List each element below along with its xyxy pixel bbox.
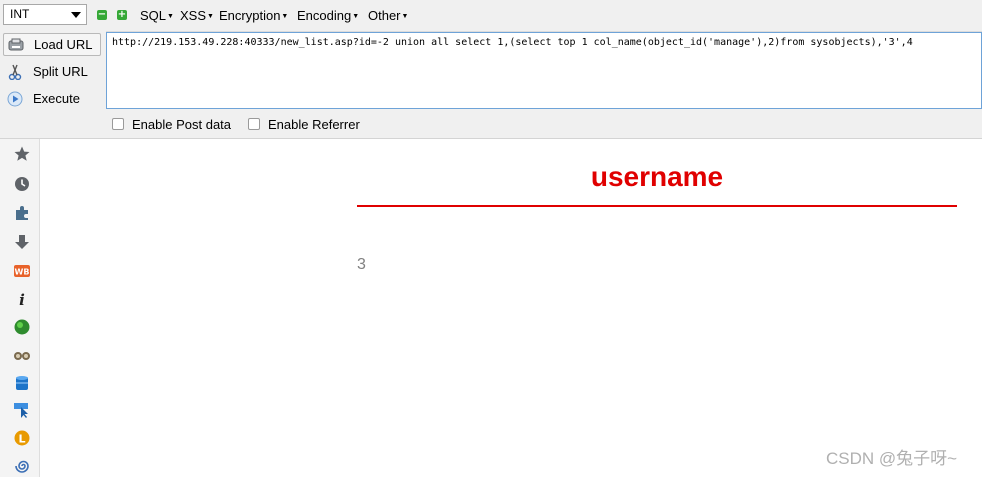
- referrer-checkbox[interactable]: [248, 118, 260, 130]
- caret-down-icon: ▼: [167, 13, 174, 20]
- svg-text:WB: WB: [15, 268, 30, 277]
- split-url-label: Split URL: [33, 64, 88, 79]
- spiral-icon[interactable]: [13, 457, 31, 475]
- load-url-label: Load URL: [34, 37, 93, 52]
- l-icon[interactable]: L: [13, 429, 31, 447]
- info-icon[interactable]: i: [13, 290, 31, 308]
- load-url-button[interactable]: Load URL: [3, 33, 101, 56]
- menu-sql[interactable]: SQL▼: [140, 8, 174, 24]
- injection-type-select[interactable]: INT: [3, 4, 87, 25]
- menu-encoding-label: Encoding: [297, 8, 352, 23]
- url-input[interactable]: http://219.153.49.228:40333/new_list.asp…: [106, 32, 982, 109]
- plus-icon: +: [117, 9, 127, 20]
- heading-divider: [357, 205, 957, 207]
- execute-label: Execute: [33, 91, 80, 106]
- wb-icon[interactable]: WB: [13, 262, 31, 280]
- action-panel: Load URL Split URL Execute: [0, 31, 106, 138]
- split-url-button[interactable]: Split URL: [3, 61, 101, 84]
- scissors-icon: [8, 64, 22, 80]
- puzzle-icon[interactable]: [13, 204, 31, 222]
- panel-divider: [0, 138, 982, 139]
- menu-encoding[interactable]: Encoding▼: [297, 8, 359, 24]
- options-row: Enable Post data Enable Referrer: [106, 109, 982, 138]
- svg-text:i: i: [19, 291, 25, 308]
- injection-type-value: INT: [10, 7, 30, 21]
- hackbar-toolbar: INT − + SQL▼ XSS▼ Encryption▼ Encoding▼ …: [0, 0, 982, 32]
- watermark-text: CSDN @兔子呀~: [826, 449, 958, 468]
- menu-sql-label: SQL: [140, 8, 167, 23]
- play-icon: [7, 91, 23, 107]
- chevron-down-icon: [71, 12, 81, 18]
- star-icon[interactable]: [13, 145, 31, 163]
- caret-down-icon: ▼: [281, 13, 289, 20]
- result-value: 3: [357, 256, 366, 273]
- menu-encryption[interactable]: Encryption▼: [219, 8, 288, 24]
- menu-xss-label: XSS: [180, 8, 207, 23]
- caret-down-icon: ▼: [352, 13, 360, 20]
- svg-text:L: L: [18, 433, 25, 446]
- content-heading: username: [590, 161, 724, 192]
- menu-other-label: Other: [368, 8, 401, 23]
- download-icon[interactable]: [13, 233, 31, 251]
- database-icon[interactable]: [13, 374, 31, 392]
- cursor-icon[interactable]: [13, 401, 31, 419]
- minus-icon: −: [97, 9, 107, 20]
- browser-sidebar: WB i L: [0, 139, 40, 477]
- green-ball-icon[interactable]: [13, 318, 31, 336]
- zoom-out-button[interactable]: −: [97, 10, 107, 20]
- post-data-checkbox[interactable]: [112, 118, 124, 130]
- binoculars-icon[interactable]: [13, 346, 31, 364]
- menu-other[interactable]: Other▼: [368, 8, 408, 24]
- history-icon[interactable]: [13, 175, 31, 193]
- menu-xss[interactable]: XSS▼: [180, 8, 214, 24]
- load-url-icon: [8, 38, 24, 51]
- execute-button[interactable]: Execute: [3, 88, 101, 111]
- referrer-label: Enable Referrer: [268, 117, 360, 132]
- zoom-in-button[interactable]: +: [117, 10, 127, 20]
- caret-down-icon: ▼: [207, 13, 214, 20]
- menu-encryption-label: Encryption: [219, 8, 281, 23]
- caret-down-icon: ▼: [401, 13, 409, 20]
- post-data-label: Enable Post data: [132, 117, 232, 132]
